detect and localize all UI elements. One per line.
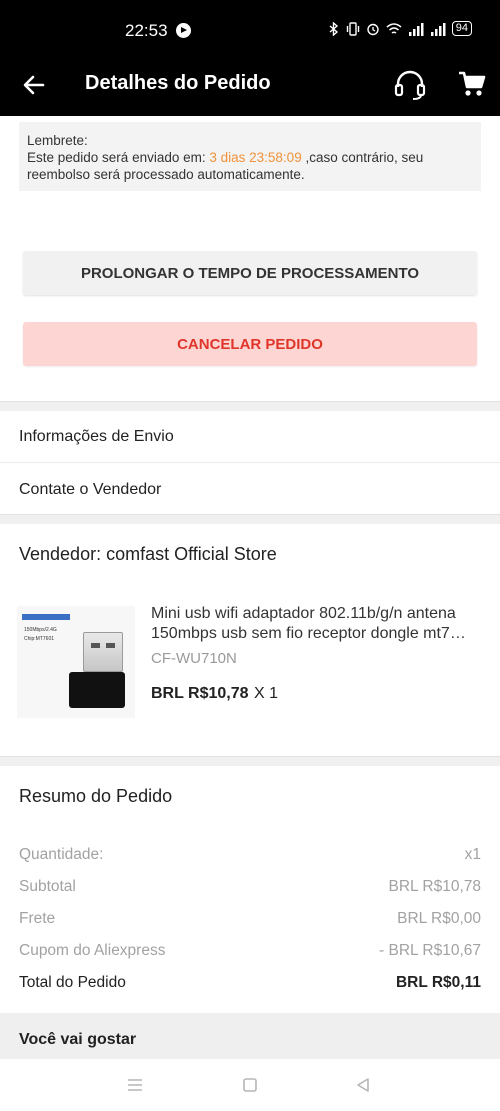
summary-row: Subtotal BRL R$10,78: [19, 878, 481, 900]
summary-row-label: Cupom do Aliexpress: [19, 942, 166, 959]
system-icons: 94: [328, 21, 472, 36]
app-bar: Detalhes do Pedido: [0, 64, 500, 116]
usb-body-shape: [69, 672, 125, 708]
total-label: Total do Pedido: [19, 974, 126, 991]
contact-seller-link[interactable]: Contate o Vendedor: [19, 481, 161, 499]
recommendations-header: Você vai gostar: [0, 1013, 500, 1059]
product-quantity: X 1: [254, 685, 279, 702]
cart-icon[interactable]: [457, 69, 487, 99]
product-thumbnail[interactable]: 150Mbps/2.4G Chip:MT7601: [17, 606, 135, 718]
summary-title: Resumo do Pedido: [19, 786, 173, 806]
home-square-icon[interactable]: [242, 1077, 258, 1093]
product-sku: CF-WU710N: [151, 650, 237, 667]
vibrate-icon: [346, 21, 359, 36]
thumbnail-text: 150Mbps/2.4G Chip:MT7601: [24, 627, 57, 642]
divider: [0, 462, 500, 463]
summary-row-value: - BRL R$10,67: [379, 942, 481, 959]
section-divider: [0, 401, 500, 411]
summary-total-row: Total do Pedido BRL R$0,11: [19, 974, 481, 996]
section-divider: [0, 756, 500, 766]
menu-icon[interactable]: [126, 1078, 144, 1092]
alarm-icon: [367, 23, 379, 35]
bluetooth-icon: [329, 21, 338, 36]
reminder-timer: 3 dias 23:58:09: [209, 150, 302, 165]
seller-name[interactable]: Vendedor: comfast Official Store: [19, 544, 277, 565]
battery-icon: 94: [451, 21, 472, 36]
section-divider: [0, 514, 500, 524]
status-bar: 22:53 94: [0, 0, 500, 64]
summary-row-value: BRL R$10,78: [388, 878, 482, 895]
cancel-order-button[interactable]: CANCELAR PEDIDO: [23, 322, 477, 366]
summary-row-label: Quantidade:: [19, 846, 104, 863]
product-price: BRL R$10,78: [151, 685, 249, 702]
reminder-message: Este pedido será enviado em: 3 dias 23:5…: [27, 149, 473, 183]
wifi-icon: [386, 22, 402, 34]
page-title: Detalhes do Pedido: [85, 72, 271, 94]
shipping-info-link[interactable]: Informações de Envio: [19, 428, 174, 446]
usb-plug-shape: [83, 632, 123, 672]
headset-icon[interactable]: [393, 69, 427, 101]
summary-row-value: x1: [464, 846, 481, 863]
thumbnail-banner: [22, 614, 70, 620]
summary-row: Quantidade: x1: [19, 846, 481, 868]
summary-row: Cupom do Aliexpress - BRL R$10,67: [19, 942, 481, 964]
reminder-box: Lembrete: Este pedido será enviado em: 3…: [19, 122, 481, 191]
reminder-label: Lembrete:: [27, 133, 88, 148]
recommendations-title: Você vai gostar: [19, 1031, 137, 1048]
reminder-text-before: Este pedido será enviado em:: [27, 150, 210, 165]
summary-row: Frete BRL R$0,00: [19, 910, 481, 932]
status-time: 22:53: [125, 21, 168, 40]
product-name[interactable]: Mini usb wifi adaptador 802.11b/g/n ante…: [151, 604, 482, 644]
media-play-icon: [176, 23, 191, 38]
system-nav-bar: [0, 1059, 500, 1111]
signal-icon: [408, 22, 424, 36]
summary-row-label: Subtotal: [19, 878, 76, 895]
signal-icon: [430, 22, 446, 36]
total-value: BRL R$0,11: [395, 974, 481, 991]
summary-row-label: Frete: [19, 910, 56, 927]
back-triangle-icon[interactable]: [355, 1077, 371, 1093]
prolong-processing-button[interactable]: PROLONGAR O TEMPO DE PROCESSAMENTO: [23, 251, 477, 295]
back-arrow-icon[interactable]: [20, 70, 50, 100]
summary-row-value: BRL R$0,00: [397, 910, 481, 927]
